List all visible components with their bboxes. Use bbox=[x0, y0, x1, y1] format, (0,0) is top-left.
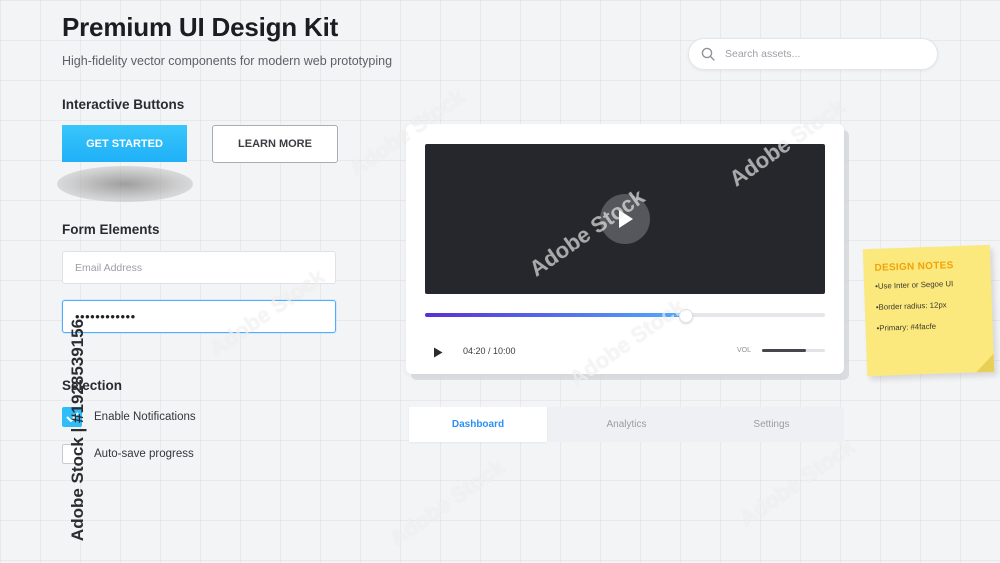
design-notes-sticky: DESIGN NOTES Use Inter or Segoe UI Borde… bbox=[862, 244, 995, 377]
checkbox-label: Auto-save progress bbox=[94, 448, 194, 460]
page-title: Premium UI Design Kit bbox=[62, 12, 339, 42]
button-shadow bbox=[57, 166, 193, 202]
search-bar[interactable] bbox=[688, 38, 938, 70]
email-field[interactable] bbox=[62, 251, 336, 284]
search-icon bbox=[701, 47, 715, 61]
time-display: 04:20 / 10:00 bbox=[463, 346, 516, 356]
play-button[interactable] bbox=[433, 345, 443, 363]
password-field[interactable] bbox=[62, 300, 336, 333]
note-item: Border radius: 12px bbox=[876, 299, 982, 312]
progress-fill bbox=[425, 313, 685, 317]
note-item: Use Inter or Segoe UI bbox=[875, 278, 981, 291]
volume-label: VOL bbox=[737, 347, 752, 354]
progress-handle[interactable] bbox=[679, 309, 693, 323]
tab-bar: Dashboard Analytics Settings bbox=[409, 407, 844, 442]
notes-list: Use Inter or Segoe UI Border radius: 12p… bbox=[875, 278, 983, 333]
search-input[interactable] bbox=[723, 47, 917, 61]
video-player: 04:20 / 10:00 VOL bbox=[406, 124, 844, 374]
tab-settings[interactable]: Settings bbox=[699, 407, 844, 442]
tab-dashboard[interactable]: Dashboard bbox=[409, 407, 547, 442]
notes-title: DESIGN NOTES bbox=[874, 260, 954, 274]
tab-analytics[interactable]: Analytics bbox=[554, 407, 699, 442]
get-started-button[interactable]: GET STARTED bbox=[62, 125, 187, 162]
play-icon bbox=[434, 347, 443, 358]
stock-id-watermark: Adobe Stock | #1928539156 bbox=[68, 318, 87, 542]
learn-more-button[interactable]: LEARN MORE bbox=[212, 125, 338, 163]
section-heading-form: Form Elements bbox=[62, 222, 160, 237]
page-subtitle: High-fidelity vector components for mode… bbox=[62, 54, 393, 68]
volume-fill bbox=[762, 349, 807, 352]
page-curl bbox=[975, 353, 995, 373]
progress-track[interactable] bbox=[425, 309, 825, 323]
checkbox-label: Enable Notifications bbox=[94, 411, 196, 423]
watermark-text: Adobe Stock bbox=[384, 453, 510, 552]
play-icon bbox=[619, 210, 633, 228]
note-item: Primary: #4facfe bbox=[876, 320, 982, 333]
volume-slider[interactable] bbox=[762, 349, 825, 352]
section-heading-buttons: Interactive Buttons bbox=[62, 97, 185, 112]
video-screen[interactable] bbox=[425, 144, 825, 294]
watermark-text: Adobe Stock bbox=[734, 433, 860, 532]
play-button-large[interactable] bbox=[600, 194, 650, 244]
